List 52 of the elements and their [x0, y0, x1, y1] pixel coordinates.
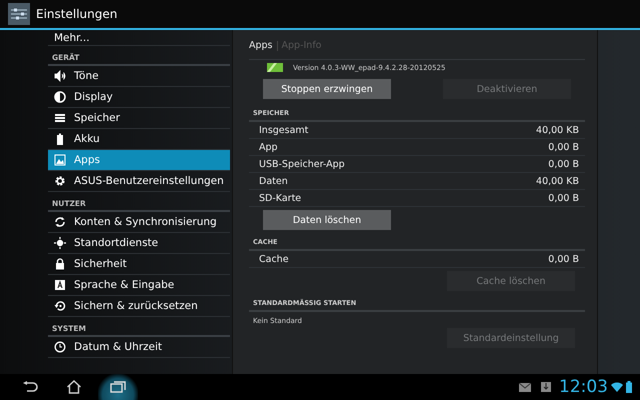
gear-icon	[54, 175, 66, 187]
back-icon	[22, 381, 38, 393]
sync-icon	[54, 216, 66, 228]
settings-menu-item[interactable]: Sicherheit	[48, 254, 230, 275]
settings-icon[interactable]	[8, 3, 30, 25]
storage-value: 0,00 B	[548, 158, 579, 170]
recent-apps-icon	[110, 380, 126, 394]
settings-menu-item[interactable]: Sichern & zurücksetzen	[48, 296, 230, 317]
battery-icon	[54, 133, 66, 145]
clock-time: 12:03	[559, 377, 608, 397]
app-title: Einstellungen	[36, 7, 118, 21]
restore-icon	[54, 300, 66, 312]
nav-button[interactable]	[98, 374, 138, 400]
storage-label: Daten	[259, 176, 288, 186]
storage-icon	[54, 112, 66, 124]
half-circle-icon	[54, 91, 66, 103]
storage-label: SD-Karte	[259, 192, 302, 204]
storage-value: 0,00 B	[548, 142, 579, 152]
keyboard-letter-icon	[54, 279, 66, 291]
storage-value: 0,00 B	[548, 192, 579, 204]
apps-icon	[54, 154, 66, 166]
lock-icon	[54, 258, 66, 270]
home-icon	[66, 380, 82, 394]
location-icon	[54, 237, 66, 249]
storage-value: 40,00 KB	[536, 176, 579, 186]
mail-icon[interactable]	[519, 382, 531, 392]
settings-menu-item[interactable]: Speicher	[48, 108, 230, 129]
settings-menu-item[interactable]: Datum & Uhrzeit	[48, 337, 230, 358]
settings-menu-item[interactable]: Display	[48, 87, 230, 108]
clock-icon	[54, 341, 66, 353]
settings-menu-item[interactable]: Sprache & Eingabe	[48, 275, 230, 296]
settings-menu-item[interactable]: Konten & Synchronisierung	[48, 212, 230, 233]
storage-value: 40,00 KB	[536, 124, 579, 136]
storage-value: 0,00 B	[548, 254, 579, 264]
action-button[interactable]: Daten löschen	[263, 210, 391, 230]
settings-menu-item[interactable]: Töne	[48, 66, 230, 87]
separator-icon	[276, 40, 278, 50]
action-button[interactable]: Stoppen erzwingen	[263, 79, 391, 99]
storage-label: USB-Speicher-App	[259, 158, 345, 170]
app-icon	[267, 63, 283, 72]
storage-label: Insgesamt	[259, 124, 308, 136]
battery-icon	[626, 381, 632, 393]
settings-menu-item[interactable]: Apps	[48, 150, 230, 171]
breadcrumb-link[interactable]: Apps	[249, 40, 273, 51]
storage-label: Cache	[259, 254, 289, 264]
settings-menu-item[interactable]: ASUS-Benutzereinstellungen	[48, 171, 230, 192]
wifi-icon	[611, 382, 623, 392]
storage-label: App	[259, 142, 278, 152]
download-icon[interactable]	[541, 382, 551, 392]
settings-menu-item[interactable]: Standortdienste	[48, 233, 230, 254]
speaker-icon	[54, 70, 66, 82]
settings-menu-item[interactable]: Mehr...	[48, 30, 230, 46]
